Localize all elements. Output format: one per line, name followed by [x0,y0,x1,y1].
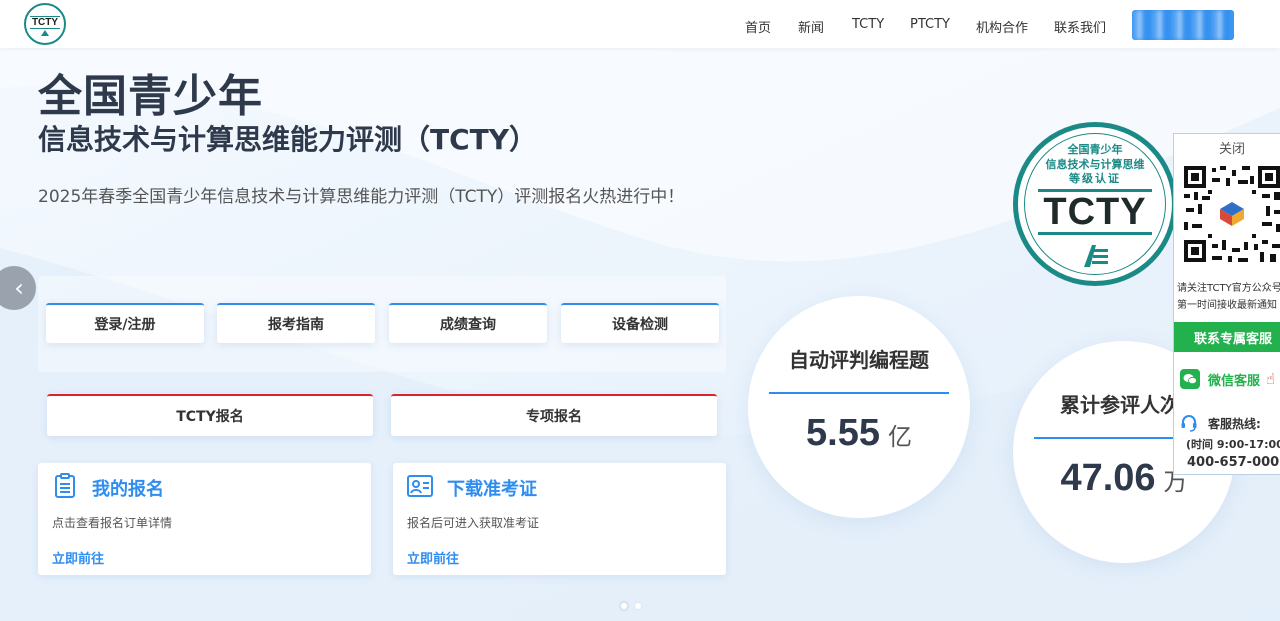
stat-label: 自动评判编程题 [789,348,929,372]
stat-divider [769,392,949,394]
blurred-username [1132,10,1234,40]
go-now-link[interactable]: 立即前往 [407,548,459,567]
hero-title: 全国青少年 [38,71,263,122]
stat-number: 5.55 [806,412,880,454]
wechat-icon [1180,369,1200,389]
nav-ptcty[interactable]: PTCTY [910,17,950,32]
card-description: 报名后可进入获取准考证 [407,516,540,530]
site-header: ····· TCTY 首页 新闻 TCTY PTCTY 机构合作 联系我们 [0,0,1280,48]
stat-value: 5.55 亿 [748,412,970,455]
hotline-label: 客服热线: [1208,416,1261,431]
logo-text: TCTY [29,16,61,29]
nav-home[interactable]: 首页 [745,17,771,36]
stat-unit: 亿 [887,423,912,451]
go-now-link[interactable]: 立即前往 [52,548,104,567]
tcty-logo[interactable]: ····· TCTY [24,3,66,45]
hotline-phone: 400-657-0002 [1187,455,1280,470]
badge-line-1: 全国青少年 [1067,143,1123,156]
my-registration-card[interactable]: 我的报名 点击查看报名订单详情 立即前往 [38,463,371,575]
id-card-icon [407,475,433,497]
nav-tcty[interactable]: TCTY [852,17,884,32]
badge-tcty-text: TCTY [1038,189,1152,235]
nav-news[interactable]: 新闻 [798,17,824,36]
device-check-button[interactable]: 设备检测 [561,303,719,343]
contact-agent-button[interactable]: 联系专属客服 [1174,322,1280,352]
nav-partnership[interactable]: 机构合作 [976,17,1028,36]
wechat-service-label: 微信客服 [1208,373,1261,389]
special-register-button[interactable]: 专项报名 [391,394,717,436]
tcty-certification-badge: 全国青少年 信息技术与计算思维 等级认证 TCTY [1013,122,1177,286]
nav-contact[interactable]: 联系我们 [1054,17,1106,36]
hotline-row: 客服热线: [1180,414,1261,432]
carousel-dot-2[interactable] [634,602,642,610]
carousel-dot-1[interactable] [620,602,628,610]
score-query-button[interactable]: 成绩查询 [389,303,547,343]
carousel-dots [620,602,642,610]
card-description: 点击查看报名订单详情 [52,516,173,530]
chevron-left-icon: ‹ [14,274,24,302]
card-title: 下载准考证 [447,479,537,500]
service-hours: (时间 9:00-17:00) [1186,438,1280,451]
qr-code-icon [1182,164,1280,264]
follow-text-1: 请关注TCTY官方公众号 [1177,283,1280,294]
exam-guide-button[interactable]: 报考指南 [217,303,375,343]
headset-icon [1181,415,1197,432]
tcty-register-button[interactable]: TCTY报名 [47,394,373,436]
stat-number: 47.06 [1060,457,1156,499]
customer-service-panel: 关闭 请关注TCTY官方公众号 第一时间接收最新通知 联系专属客服 微信客服 ☝… [1173,133,1280,475]
panel-close-button[interactable]: 关闭 [1174,138,1280,157]
pointer-hand-icon: ☝ [1266,370,1276,388]
card-title: 我的报名 [92,479,164,500]
login-register-button[interactable]: 登录/注册 [46,303,204,343]
badge-mark-icon [1084,245,1108,267]
download-admission-card[interactable]: 下载准考证 报名后可进入获取准考证 立即前往 [393,463,726,575]
stat-judged-programs: 自动评判编程题 5.55 亿 [748,296,970,518]
user-account-button[interactable] [1132,10,1234,40]
document-list-icon [55,473,75,498]
badge-line-3: 等级认证 [1069,172,1121,185]
wechat-service-button[interactable]: 微信客服 ☝ [1174,364,1280,394]
follow-text-2: 第一时间接收最新通知 [1177,300,1277,311]
hero-subtitle: 信息技术与计算思维能力评测（TCTY） [38,123,538,156]
logo-mark-icon [41,30,49,36]
hero-description: 2025年春季全国青少年信息技术与计算思维能力评测（TCTY）评测报名火热进行中… [38,187,685,207]
wechat-bubble-glyph [1183,374,1197,385]
